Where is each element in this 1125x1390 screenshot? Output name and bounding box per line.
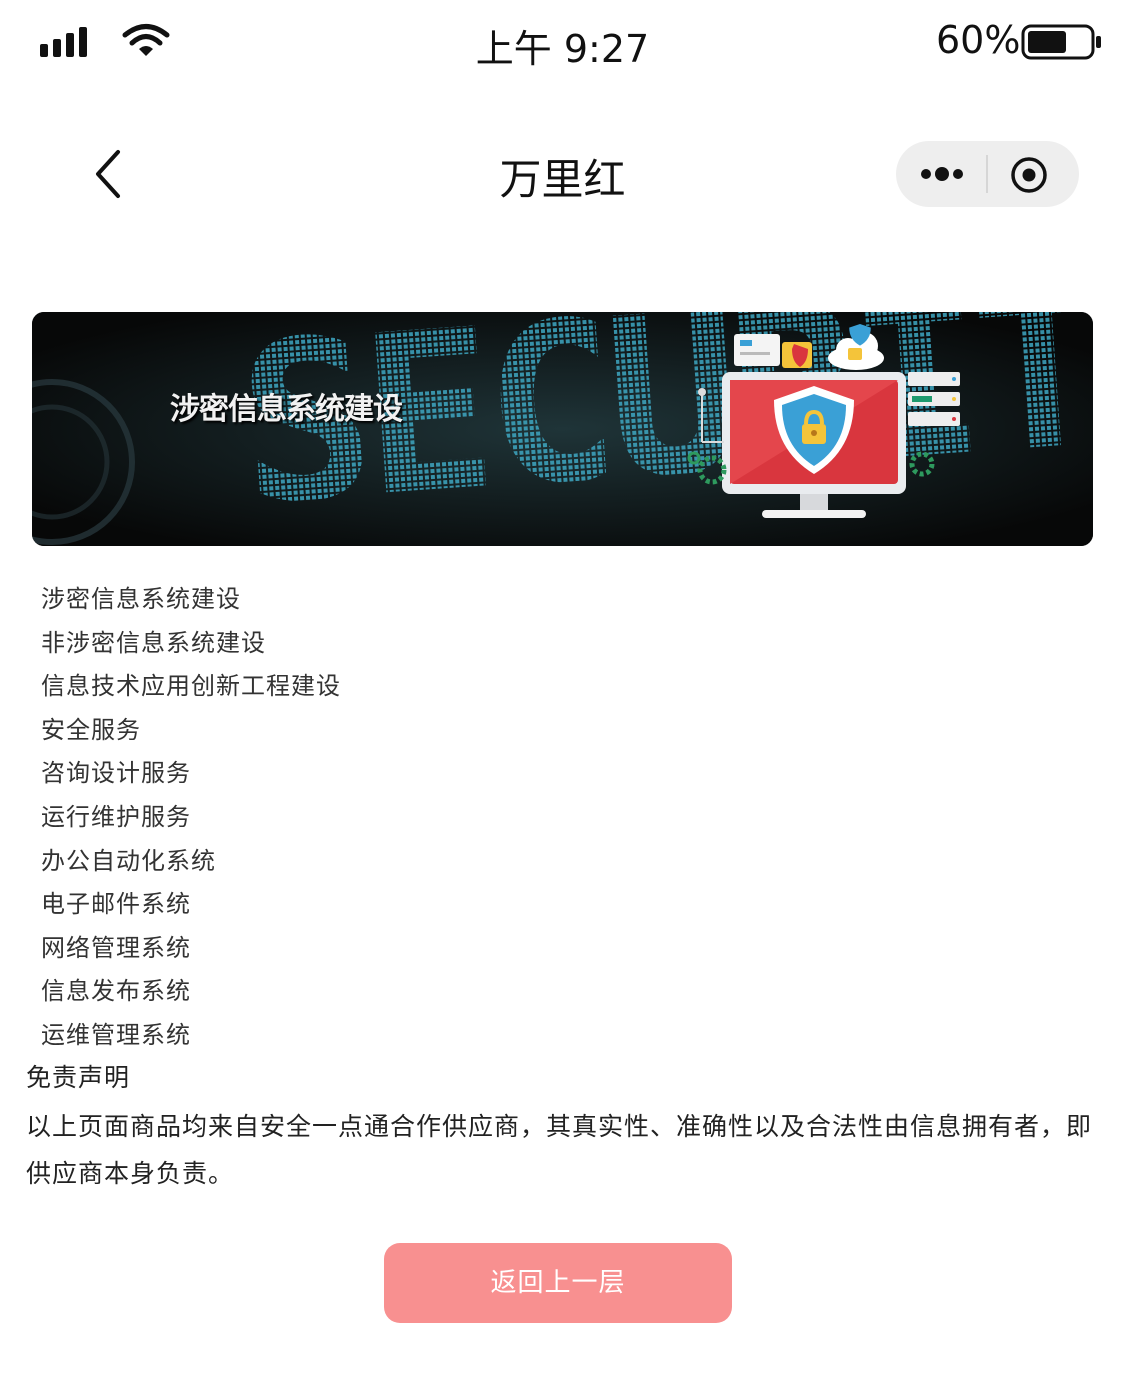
more-dots-icon[interactable] — [918, 155, 966, 193]
list-item[interactable]: 涉密信息系统建设 — [41, 578, 341, 622]
status-bar: 上午 9:27 60% — [0, 0, 1125, 84]
capsule-menu — [896, 141, 1079, 207]
battery-percent: 60% — [936, 18, 1021, 62]
banner-title: 涉密信息系统建设 — [170, 392, 403, 427]
list-item[interactable]: 运维管理系统 — [41, 1014, 341, 1058]
list-item[interactable]: 办公自动化系统 — [41, 840, 341, 884]
banner-illustration: SECURITY — [32, 312, 1093, 546]
list-item[interactable]: 电子邮件系统 — [41, 883, 341, 927]
back-to-previous-button[interactable]: 返回上一层 — [384, 1243, 732, 1323]
server-icon — [908, 372, 960, 426]
list-item[interactable]: 咨询设计服务 — [41, 752, 341, 796]
disclaimer-title: 免责声明 — [26, 1063, 131, 1092]
battery-icon — [1021, 24, 1101, 60]
list-item[interactable]: 信息技术应用创新工程建设 — [41, 665, 341, 709]
banner-image: SECURITY 涉密信息系统建设 — [32, 312, 1093, 546]
list-item[interactable]: 网络管理系统 — [41, 927, 341, 971]
nav-bar: 万里红 — [0, 128, 1125, 220]
service-list: 涉密信息系统建设 非涉密信息系统建设 信息技术应用创新工程建设 安全服务 咨询设… — [41, 578, 341, 1058]
disclaimer-text: 以上页面商品均来自安全一点通合作供应商，其真实性、准确性以及合法性由信息拥有者，… — [26, 1112, 1093, 1188]
list-item[interactable]: 运行维护服务 — [41, 796, 341, 840]
list-item[interactable]: 信息发布系统 — [41, 970, 341, 1014]
close-target-icon[interactable] — [1009, 155, 1049, 195]
capsule-divider — [986, 155, 988, 193]
list-item[interactable]: 安全服务 — [41, 709, 341, 753]
list-item[interactable]: 非涉密信息系统建设 — [41, 622, 341, 666]
